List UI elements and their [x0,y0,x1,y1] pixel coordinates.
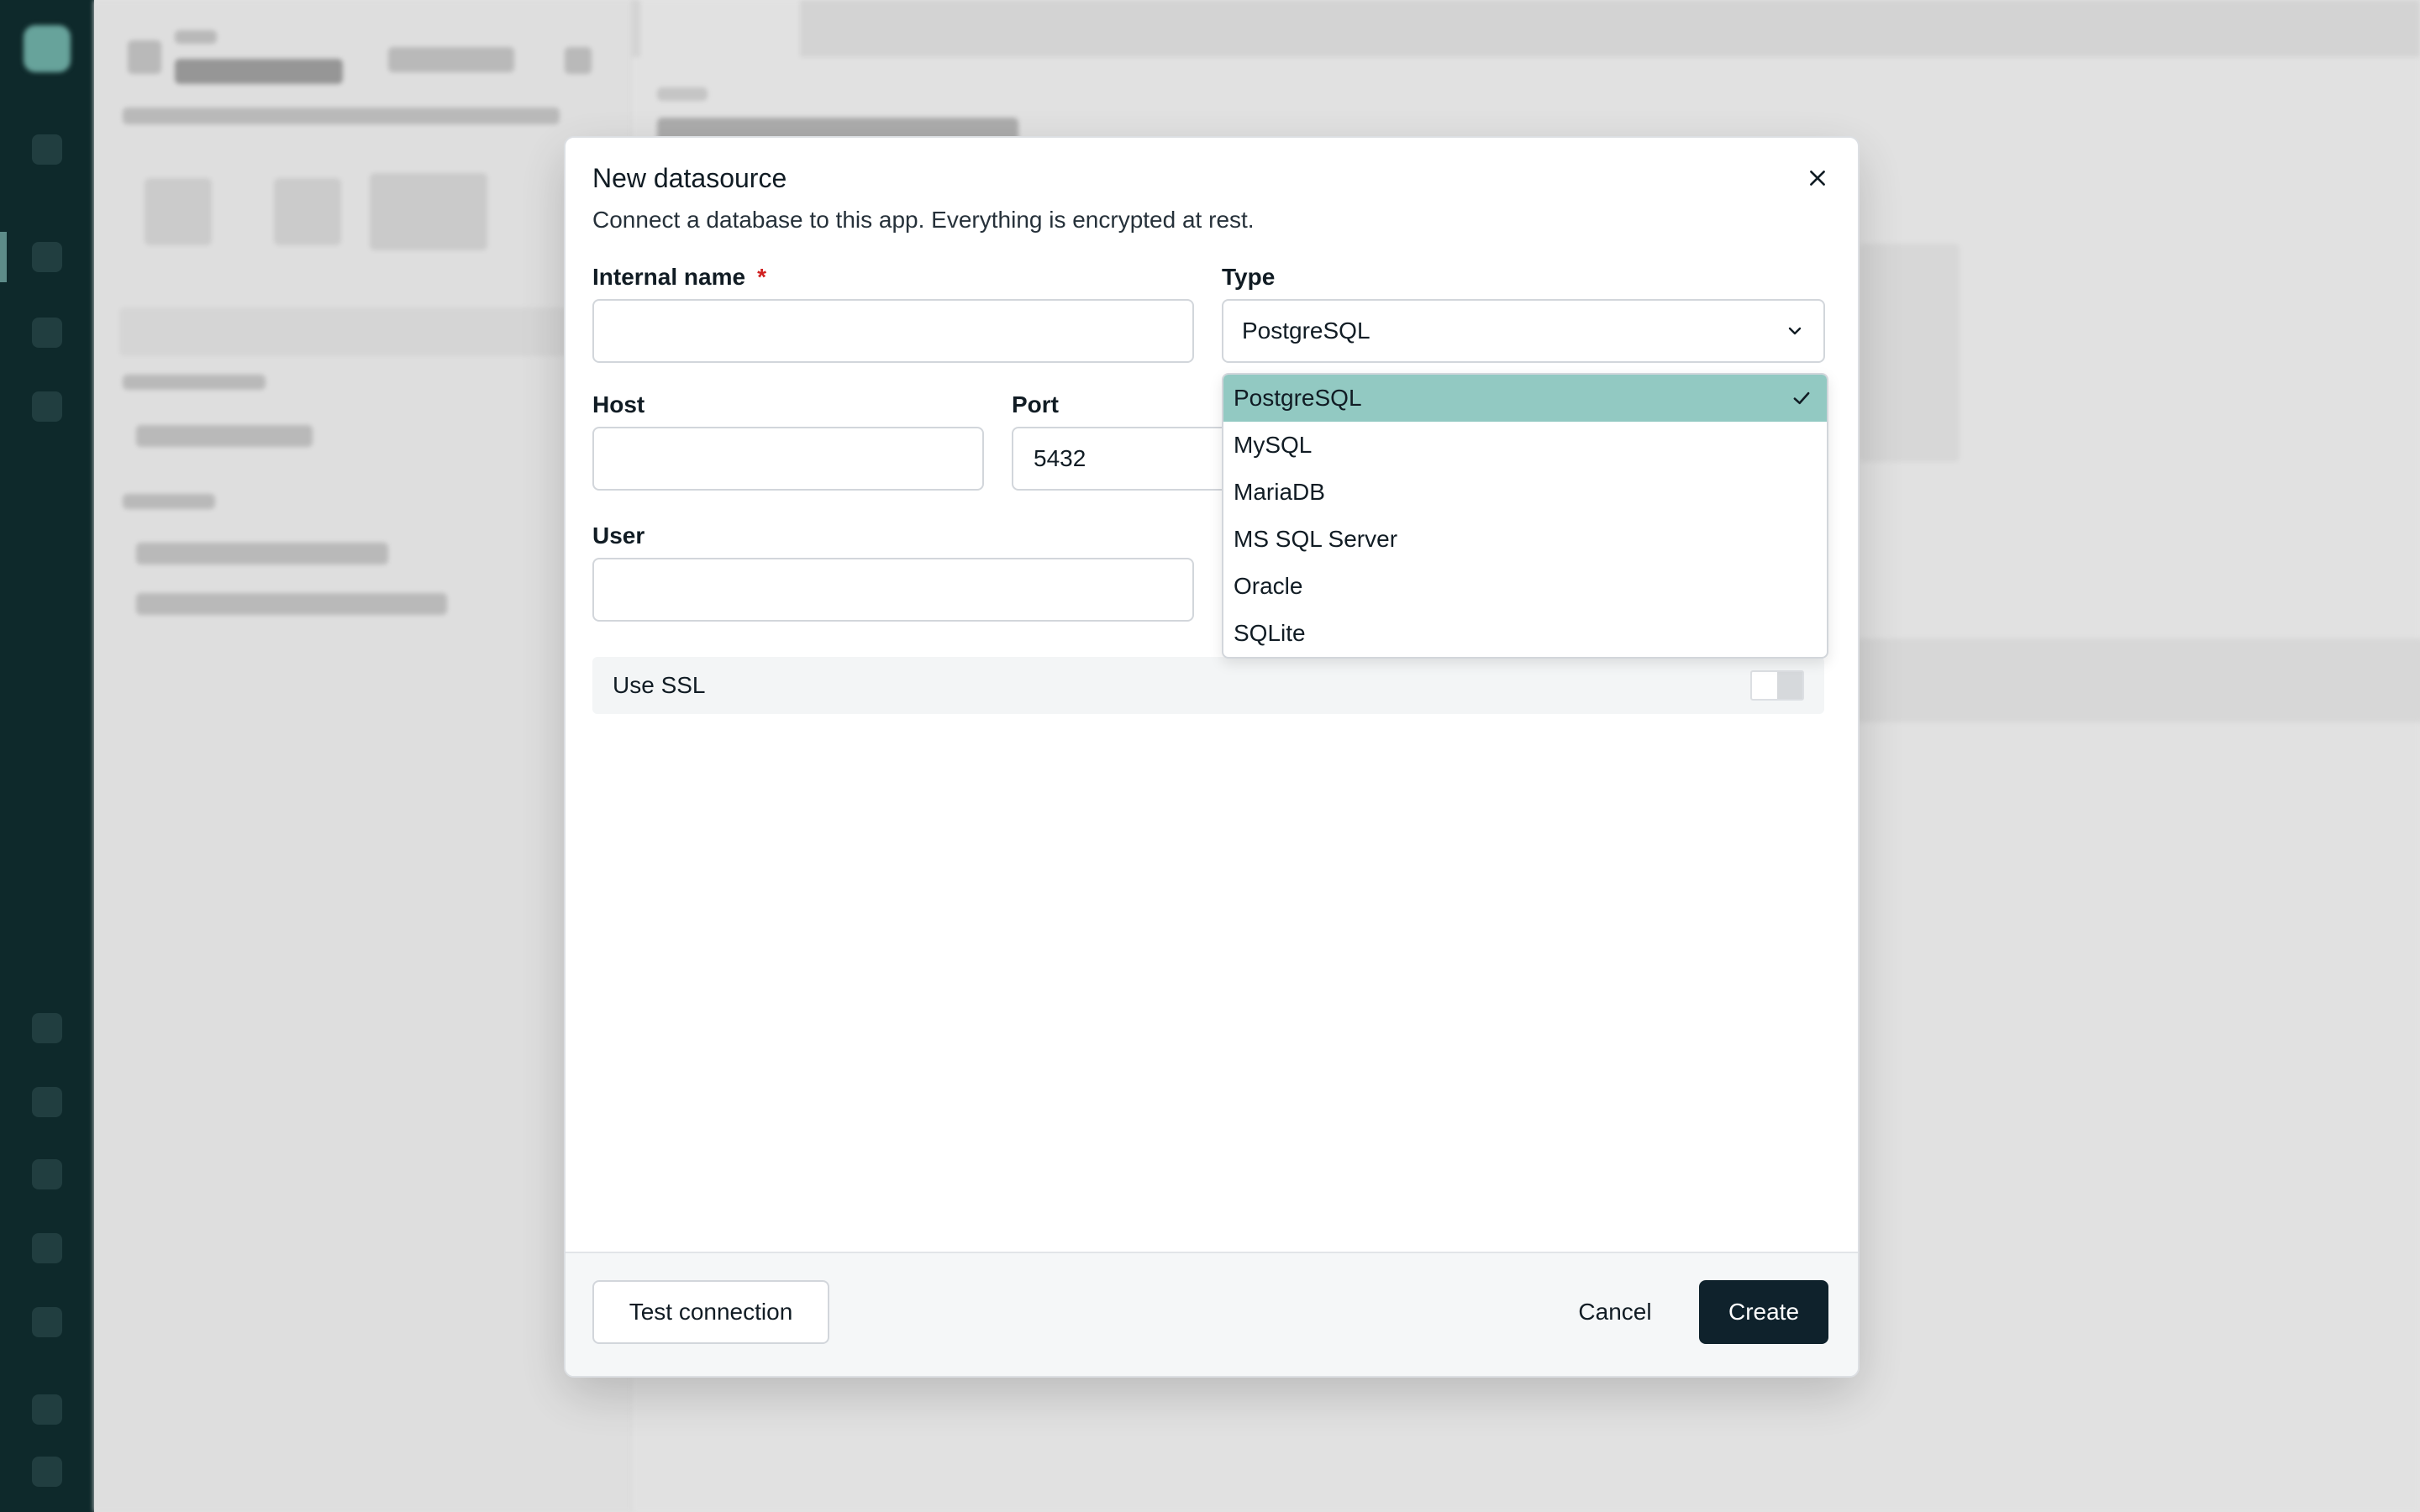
type-option-sqlite[interactable]: SQLite [1223,610,1827,657]
close-icon [1810,171,1825,186]
host-label: Host [592,391,645,417]
type-option-postgresql[interactable]: PostgreSQL [1223,375,1827,422]
check-icon [1793,391,1810,405]
chevron-down-icon [1788,327,1802,335]
port-label: Port [1012,391,1059,417]
user-input[interactable] [592,558,1194,622]
user-label: User [592,522,645,549]
test-connection-button[interactable]: Test connection [592,1280,829,1344]
toggle-knob [1777,672,1802,699]
type-select-value: PostgreSQL [1242,318,1370,344]
type-label: Type [1222,264,1276,290]
dialog-footer: Test connection Cancel Create [566,1252,1858,1376]
dialog-description: Connect a database to this app. Everythi… [592,207,1255,233]
use-ssl-row: Use SSL [592,657,1824,714]
required-asterisk: * [757,264,766,290]
use-ssl-toggle[interactable] [1750,670,1804,701]
type-select[interactable]: PostgreSQL [1222,299,1825,363]
type-option-oracle[interactable]: Oracle [1223,563,1827,610]
new-datasource-dialog: New datasource Connect a database to thi… [564,136,1860,1378]
use-ssl-label: Use SSL [613,672,706,698]
close-button[interactable] [1799,160,1836,197]
internal-name-input[interactable] [592,299,1194,363]
type-option-mysql[interactable]: MySQL [1223,422,1827,469]
type-option-mariadb[interactable]: MariaDB [1223,469,1827,516]
type-option-mssql[interactable]: MS SQL Server [1223,516,1827,563]
type-options-list: PostgreSQL MySQL MariaDB MS SQL Server O… [1222,373,1828,659]
create-button[interactable]: Create [1699,1280,1828,1344]
cancel-button[interactable]: Cancel [1555,1280,1675,1344]
dialog-title: New datasource [592,163,787,193]
host-input[interactable] [592,427,984,491]
internal-name-label: Internal name * [592,264,766,290]
